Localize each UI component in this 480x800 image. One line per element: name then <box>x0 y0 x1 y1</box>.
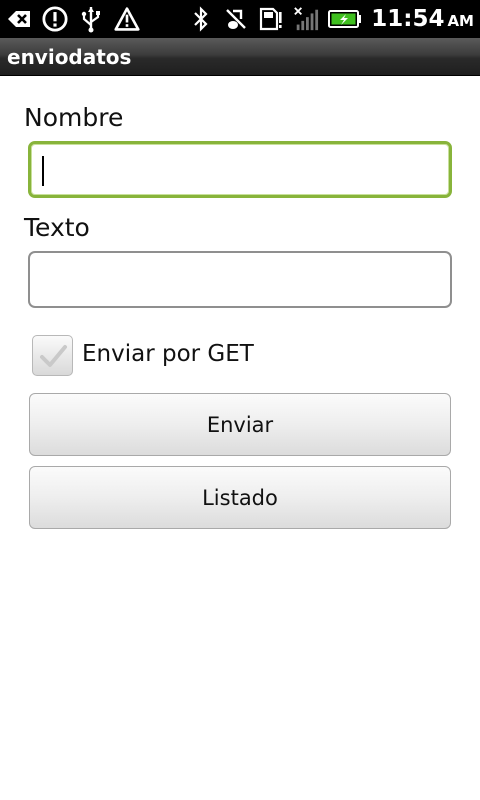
back-arrow-icon <box>6 6 32 32</box>
clock-ampm: AM <box>447 12 474 30</box>
app-title: enviodatos <box>7 44 132 69</box>
text-cursor <box>42 156 44 186</box>
enviar-por-get-label: Enviar por GET <box>82 341 254 367</box>
enviar-por-get-checkbox[interactable] <box>32 335 73 376</box>
texto-label: Texto <box>24 213 90 242</box>
alert-icon <box>42 6 68 32</box>
warning-icon <box>114 6 140 32</box>
nombre-input[interactable] <box>28 141 452 198</box>
vibrate-muted-icon <box>223 6 249 32</box>
listado-button[interactable]: Listado <box>29 466 451 529</box>
battery-charging-icon <box>328 6 362 32</box>
status-bar-notifications <box>6 6 140 33</box>
texto-input[interactable] <box>28 251 452 308</box>
signal-icon <box>293 6 319 32</box>
nombre-label: Nombre <box>24 103 124 132</box>
bluetooth-icon <box>188 6 214 32</box>
checkmark-icon <box>39 344 67 367</box>
status-bar-system: 11:54 AM <box>188 6 474 32</box>
clock: 11:54 AM <box>371 6 474 32</box>
enviar-button[interactable]: Enviar <box>29 393 451 456</box>
app-title-bar: enviodatos <box>0 38 480 76</box>
sd-card-alert-icon <box>258 6 284 32</box>
clock-time: 11:54 <box>371 6 445 32</box>
status-bar: 11:54 AM <box>0 0 480 38</box>
usb-icon <box>78 6 104 33</box>
